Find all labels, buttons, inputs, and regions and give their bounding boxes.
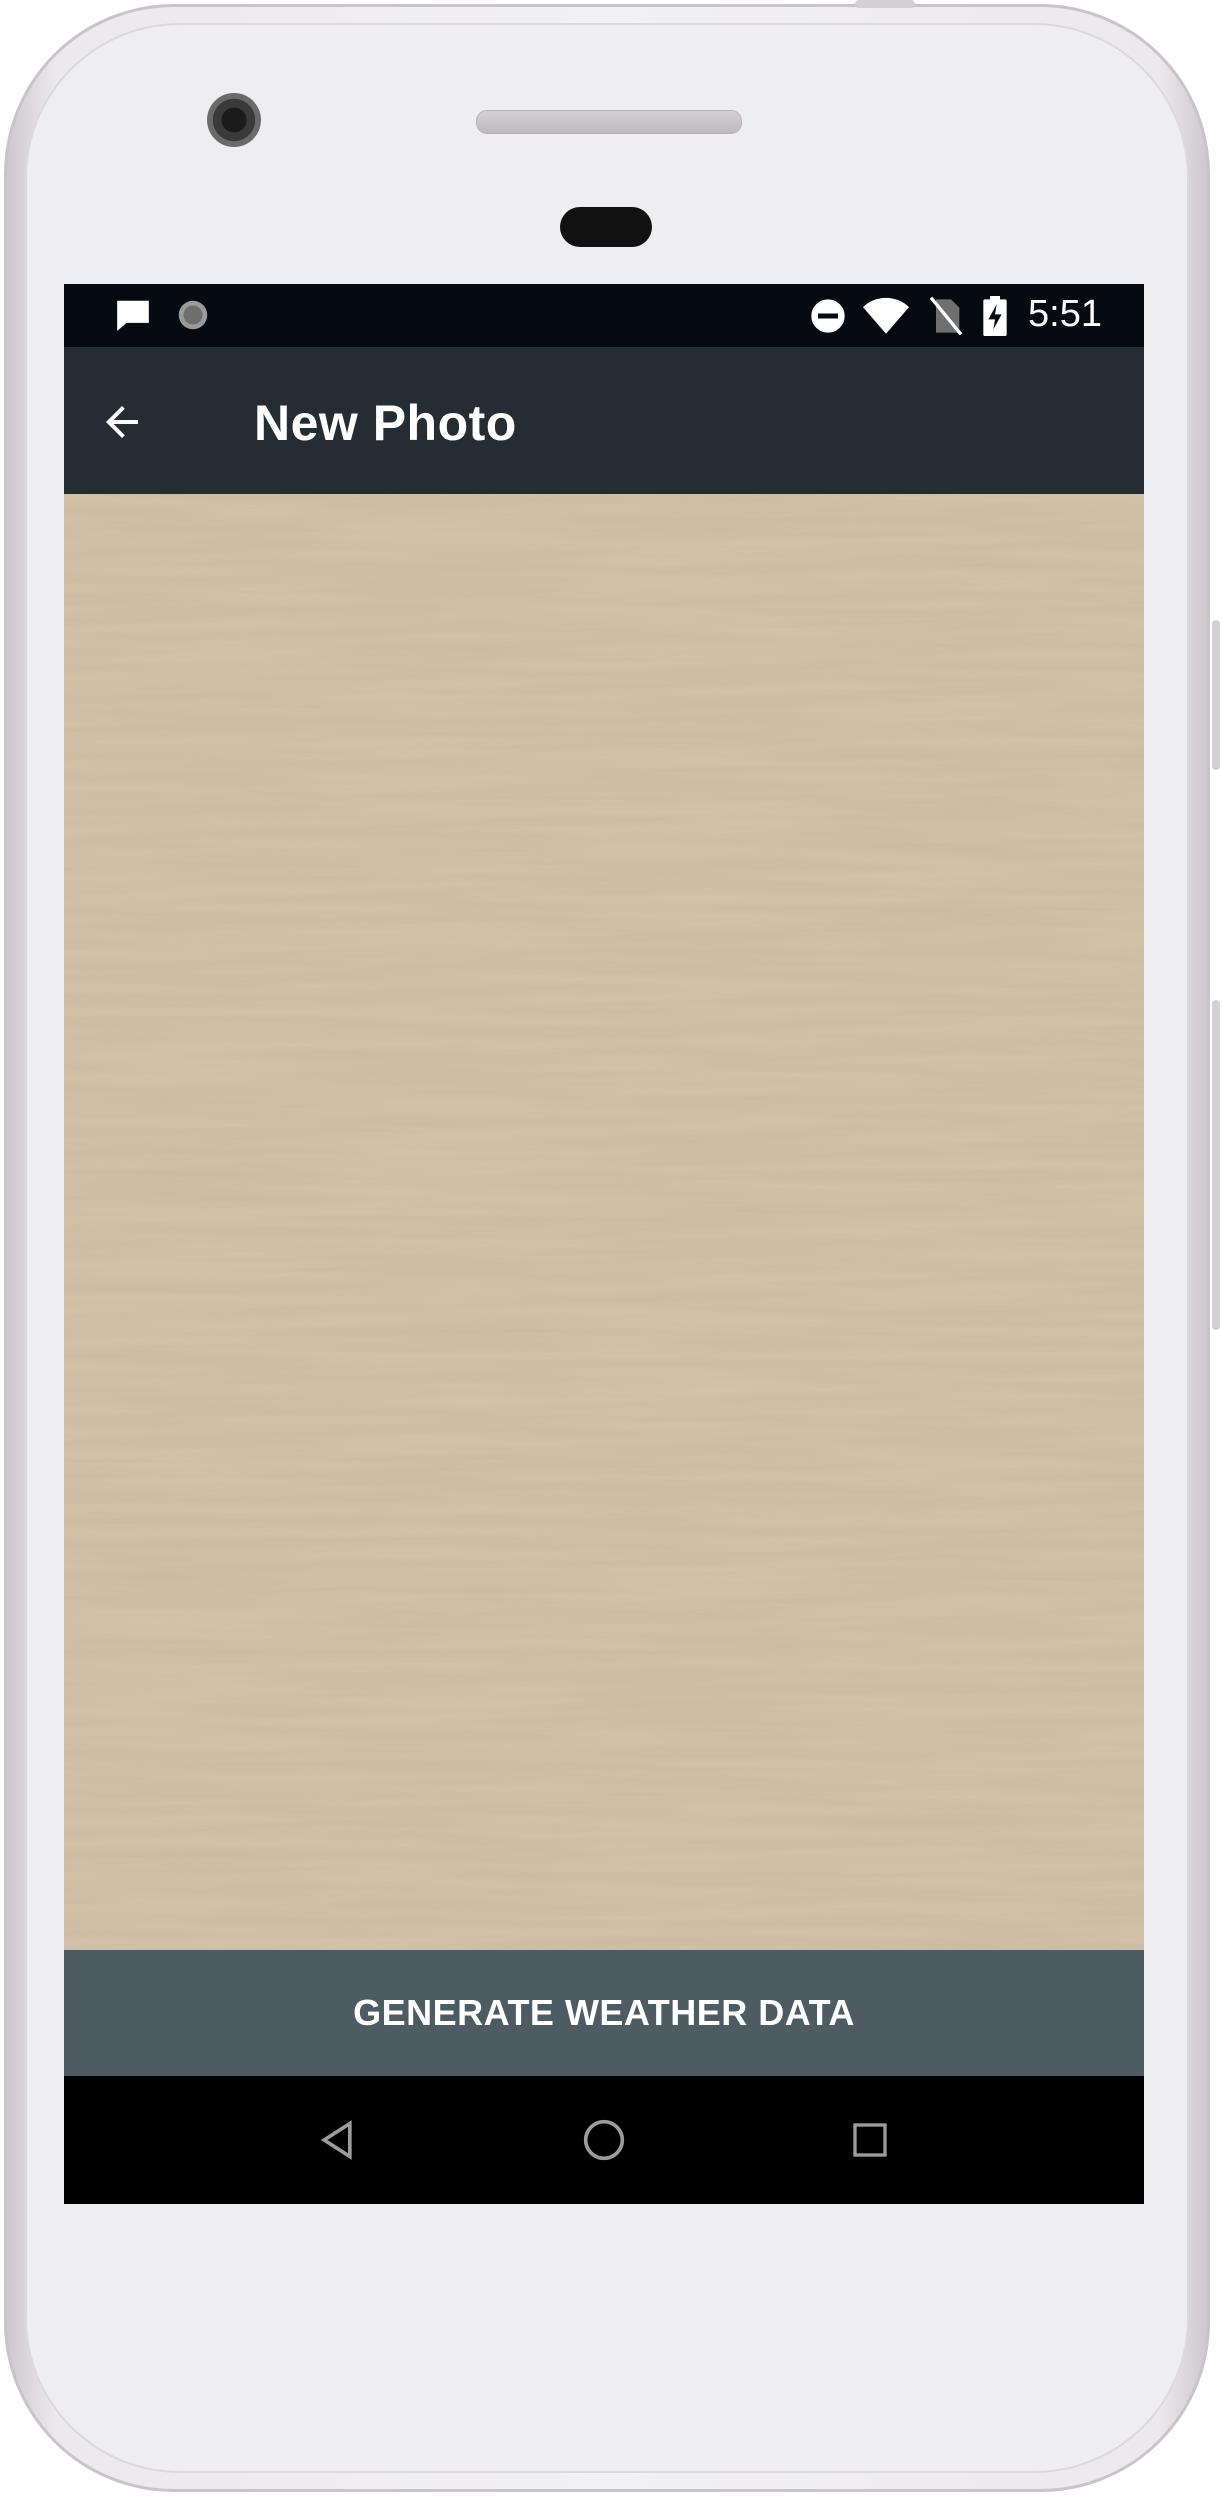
back-button[interactable] [92,392,152,452]
top-button [855,0,915,8]
device-frame: 5:51 New Photo GENERATE WEATHER DATA [0,0,1222,2498]
back-triangle-icon [320,2120,352,2160]
nav-home-button[interactable] [573,2109,635,2171]
status-time: 5:51 [1028,293,1102,335]
wifi-icon [863,296,909,341]
page-title: New Photo [254,395,517,451]
proximity-sensor [560,207,652,247]
power-button [1212,620,1220,770]
navigation-bar [64,2076,1144,2204]
app-bar: New Photo [64,347,1144,494]
wood-texture-photo [64,494,1144,1950]
sync-circle-icon [174,296,212,339]
home-circle-icon [583,2119,625,2161]
screen: 5:51 New Photo GENERATE WEATHER DATA [64,284,1144,2204]
do-not-disturb-icon [808,296,848,341]
front-camera [207,93,261,147]
arrow-left-icon [106,406,138,438]
generate-weather-data-button[interactable]: GENERATE WEATHER DATA [64,1950,1144,2076]
photo-preview [64,494,1144,1950]
no-sim-icon [928,296,964,341]
earpiece-speaker [476,110,742,134]
status-bar: 5:51 [64,284,1144,347]
nav-recents-button[interactable] [839,2109,901,2171]
battery-charging-icon [982,296,1008,341]
recents-square-icon [853,2123,887,2157]
message-icon [114,296,152,339]
nav-back-button[interactable] [306,2109,368,2171]
volume-button [1212,1000,1220,1330]
